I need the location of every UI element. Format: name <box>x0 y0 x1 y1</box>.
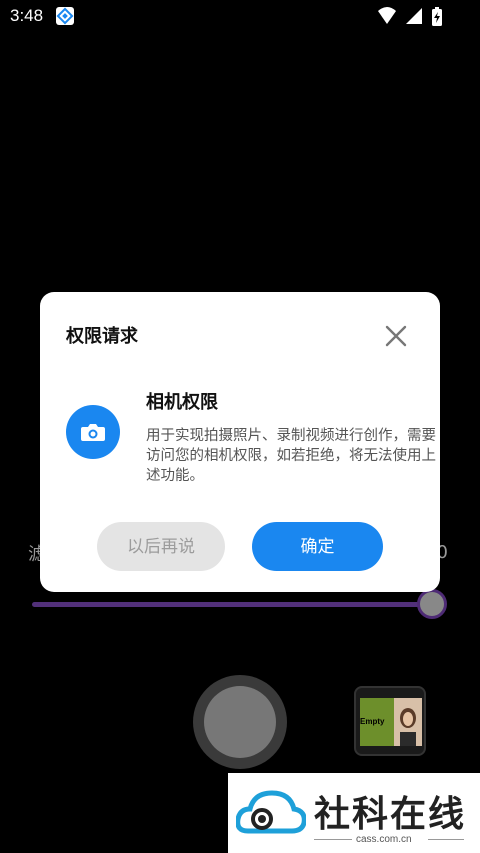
thumbnail-portrait-image <box>394 698 422 746</box>
camera-icon <box>66 405 120 459</box>
permission-description: 用于实现拍摄照片、录制视频进行创作，需要访问您的相机权限，如若拒绝，将无法使用上… <box>146 428 436 484</box>
thumbnail-empty-label: Empty <box>360 717 385 726</box>
watermark-logo-icon <box>235 787 307 839</box>
app-badge-icon <box>56 7 74 25</box>
close-icon[interactable] <box>380 320 412 352</box>
watermark-title: 社科在线 <box>314 793 467 835</box>
watermark-divider-left <box>314 839 352 840</box>
status-bar: 3:48 <box>0 0 480 32</box>
filter-slider-thumb[interactable] <box>417 589 447 619</box>
signal-icon <box>406 8 422 24</box>
confirm-button[interactable]: 确定 <box>252 522 383 571</box>
shutter-button-inner[interactable] <box>204 686 276 758</box>
filter-slider-track[interactable] <box>32 602 432 607</box>
dialog-title: 权限请求 <box>66 326 138 347</box>
battery-charging-icon <box>432 7 442 26</box>
watermark-divider-right <box>428 839 464 840</box>
permission-title: 相机权限 <box>146 392 218 413</box>
status-time: 3:48 <box>10 6 44 25</box>
watermark: 社科在线 cass.com.cn <box>228 773 480 853</box>
watermark-subtitle: cass.com.cn <box>356 834 412 845</box>
wifi-icon <box>378 7 396 24</box>
later-button[interactable]: 以后再说 <box>97 522 225 571</box>
status-icons <box>376 6 458 26</box>
permission-dialog: 权限请求 相机权限 用于实现拍摄照片、录制视频进行创作，需要访问您的相机权限，如… <box>40 292 440 592</box>
gallery-thumbnail[interactable]: Empty <box>354 686 426 756</box>
